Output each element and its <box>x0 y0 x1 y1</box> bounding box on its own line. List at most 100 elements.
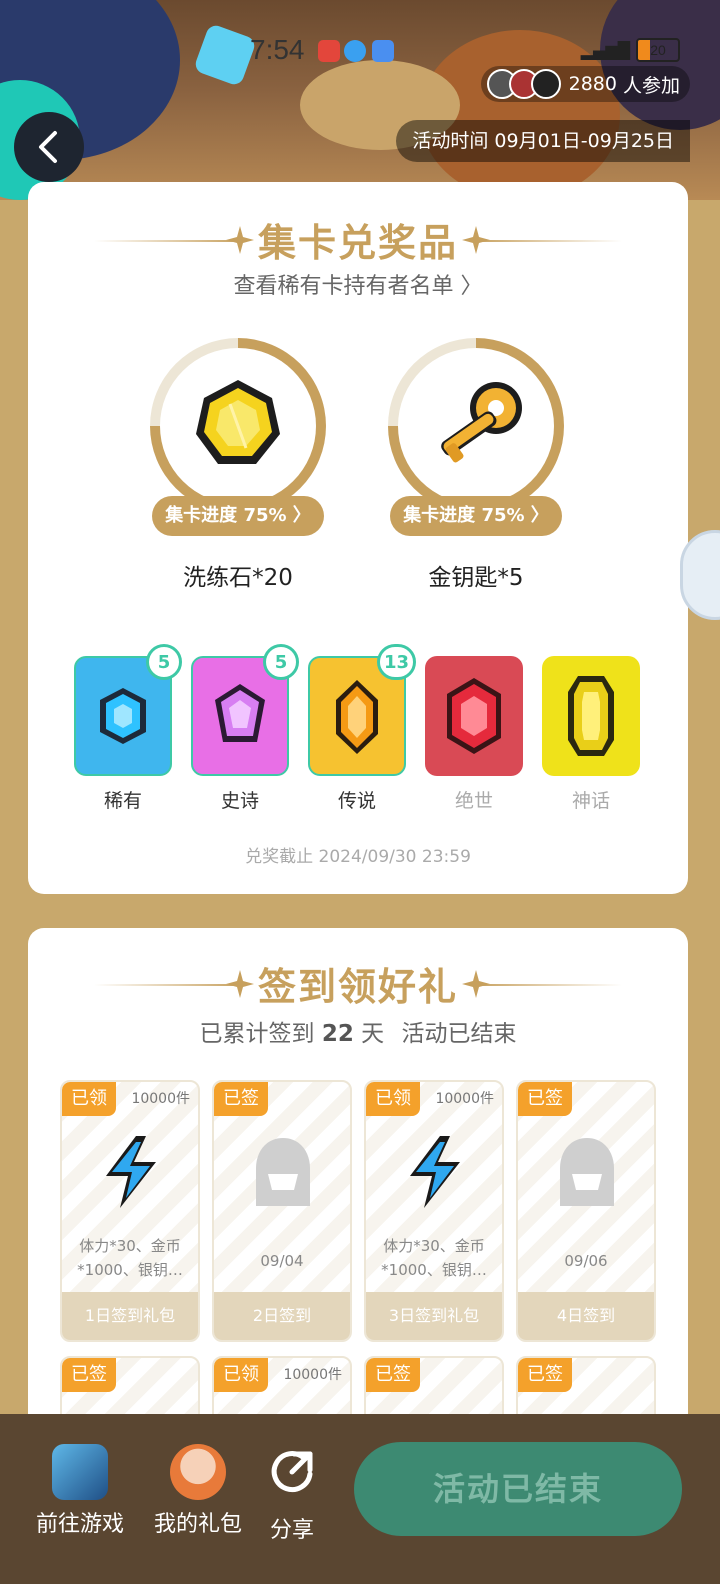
checkin-title-row: 签到领好礼 <box>28 956 688 1011</box>
notification-icon <box>318 40 340 62</box>
yellow-gem-icon <box>196 380 280 464</box>
collect-card: 集卡兑奖品 查看稀有卡持有者名单 〉 集卡进度 75% 〉 洗练石*20 集卡进… <box>28 182 688 894</box>
collect-title-row: 集卡兑奖品 <box>28 212 688 267</box>
game-icon <box>52 1444 108 1500</box>
rarity-count-badge: 5 <box>146 644 182 680</box>
back-button[interactable] <box>14 112 84 182</box>
prize-ring-inner <box>398 348 554 504</box>
share-label: 分享 <box>269 1518 314 1543</box>
gift-description-line: *1000、银钥… <box>381 1261 487 1279</box>
battery-icon: 20 <box>636 38 680 62</box>
checkin-day-card[interactable]: 已领 10000件 体力*30、金币 *1000、银钥… 3日签到礼包 <box>364 1080 504 1342</box>
red-gem-icon <box>447 678 501 754</box>
checkin-status: 活动已结束 <box>401 1021 517 1047</box>
checkin-days: 22 <box>321 1021 354 1047</box>
collect-title: 集卡兑奖品 <box>257 221 458 265</box>
avatar <box>530 69 561 99</box>
rarity-card-peerless[interactable]: 绝世 <box>425 656 523 813</box>
checkin-date: 09/06 <box>564 1252 608 1270</box>
checkin-summary: 已累计签到 22 天 活动已结束 <box>28 1014 688 1048</box>
rarity-name: 神话 <box>571 790 610 812</box>
rarity-name: 史诗 <box>220 790 259 812</box>
claimed-tag: 已领 <box>366 1082 420 1116</box>
lightning-icon <box>400 1134 470 1210</box>
activity-ended-button[interactable]: 活动已结束 <box>354 1442 682 1536</box>
divider <box>93 983 244 986</box>
checkin-day-card[interactable]: 已领 10000件 体力*30、金币 *1000、银钥… 1日签到礼包 <box>60 1080 200 1342</box>
rarity-name: 稀有 <box>103 790 142 812</box>
placeholder-character-icon <box>552 1134 622 1210</box>
rarity-card-face: 5 <box>191 644 299 776</box>
rarity-card-epic[interactable]: 5 史诗 <box>191 644 299 813</box>
prize-progress-button[interactable]: 集卡进度 75% 〉 <box>152 496 324 536</box>
gift-description: 体力*30、金币 *1000、银钥… <box>68 1234 192 1282</box>
sparkle-icon <box>225 225 254 254</box>
divider <box>93 239 244 242</box>
gift-quantity: 10000件 <box>131 1091 190 1107</box>
signed-tag: 已签 <box>518 1358 572 1392</box>
my-gifts-button[interactable]: 我的礼包 <box>148 1444 248 1538</box>
yellow-crystal-icon <box>568 676 614 756</box>
chevron-left-icon <box>39 131 57 163</box>
activity-banner: 7:54 ▂▄▆█ 20 2880 人参加 活动时间 09月01日-09月25日 <box>0 0 720 200</box>
claimed-tag: 已领 <box>214 1358 268 1392</box>
share-button[interactable]: 分享 <box>262 1444 322 1544</box>
claimed-tag: 已领 <box>62 1082 116 1116</box>
rarity-name: 传说 <box>337 790 376 812</box>
bottom-action-bar: 前往游戏 我的礼包 分享 活动已结束 <box>0 1414 720 1584</box>
checkin-day-card[interactable]: 已签 09/06 4日签到 <box>516 1080 656 1342</box>
battery-level: 20 <box>650 42 666 58</box>
signed-tag: 已签 <box>214 1082 268 1116</box>
placeholder-character-icon <box>248 1134 318 1210</box>
rarity-name: 绝世 <box>454 790 493 812</box>
day-label: 2日签到 <box>214 1292 350 1340</box>
prize-progress-button[interactable]: 集卡进度 75% 〉 <box>390 496 562 536</box>
divider <box>472 239 622 242</box>
prize-name: 金钥匙*5 <box>428 565 524 591</box>
participant-avatars <box>486 69 561 99</box>
gift-description-line: 体力*30、金币 <box>383 1237 485 1255</box>
lightning-icon <box>96 1134 166 1210</box>
sparkle-icon <box>225 969 254 998</box>
rarity-card-legendary[interactable]: 13 传说 <box>308 644 416 813</box>
gift-description: 体力*30、金币 *1000、银钥… <box>372 1234 496 1282</box>
rarity-card-face: 13 <box>308 644 416 776</box>
message-icon <box>344 40 366 62</box>
gift-quantity: 10000件 <box>435 1091 494 1107</box>
prize-ring-inner <box>160 348 316 504</box>
rarity-count-badge: 5 <box>263 644 299 680</box>
rare-holders-link[interactable]: 查看稀有卡持有者名单 〉 <box>28 268 688 300</box>
rarity-card-rare[interactable]: 5 稀有 <box>74 644 182 813</box>
prize-progress-ring[interactable] <box>150 338 326 514</box>
gold-key-icon <box>441 382 522 463</box>
checkin-prefix: 已累计签到 <box>199 1021 315 1047</box>
signed-tag: 已签 <box>366 1358 420 1392</box>
participants-suffix: 人参加 <box>622 74 680 97</box>
checkin-day-card[interactable]: 已签 09/04 2日签到 <box>212 1080 352 1342</box>
rarity-card-face <box>425 656 523 776</box>
prize-name: 洗练石*20 <box>183 565 293 591</box>
rarity-card-mythic[interactable]: 神话 <box>542 656 640 813</box>
participants-badge: 2880 人参加 <box>480 66 690 102</box>
activity-period: 活动时间 09月01日-09月25日 <box>396 120 690 162</box>
signed-tag: 已签 <box>518 1082 572 1116</box>
gift-avatar-icon <box>170 1444 226 1500</box>
go-to-game-label: 前往游戏 <box>35 1512 124 1537</box>
checkin-date: 09/04 <box>260 1252 304 1270</box>
gift-description-line: *1000、银钥… <box>77 1261 183 1279</box>
participants-count: 2880 <box>568 73 617 95</box>
go-to-game-button[interactable]: 前往游戏 <box>30 1444 130 1538</box>
signed-tag: 已签 <box>62 1358 116 1392</box>
rarity-card-face: 5 <box>74 644 182 776</box>
signal-icon: ▂▄▆█ <box>580 40 630 60</box>
redeem-deadline: 兑奖截止 2024/09/30 23:59 <box>245 847 471 867</box>
divider <box>472 983 622 986</box>
share-icon <box>271 1451 313 1493</box>
gift-quantity: 10000件 <box>283 1367 342 1383</box>
day-label: 4日签到 <box>518 1292 654 1340</box>
status-right: ▂▄▆█ 20 <box>581 38 680 62</box>
my-gifts-label: 我的礼包 <box>153 1512 242 1537</box>
checkin-suffix: 天 <box>361 1021 385 1047</box>
day-label: 3日签到礼包 <box>366 1292 502 1340</box>
prize-progress-ring[interactable] <box>388 338 564 514</box>
